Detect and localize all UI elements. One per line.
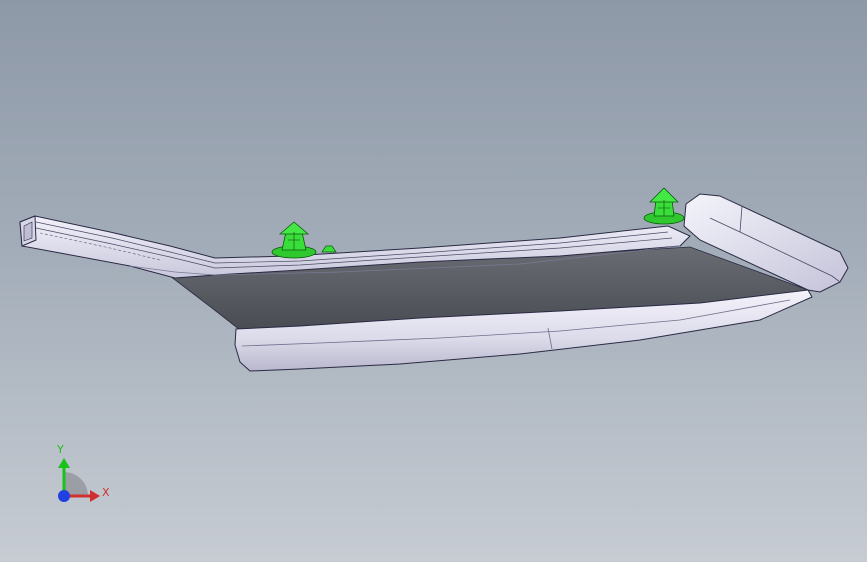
triad-y-arrow <box>58 458 70 468</box>
cad-part-view[interactable] <box>0 0 867 562</box>
orientation-triad[interactable] <box>58 458 100 502</box>
triad-x-arrow <box>90 490 100 502</box>
graphics-viewport[interactable]: Y X <box>0 0 867 562</box>
triad-z-axis <box>58 490 70 502</box>
triad-y-label: Y <box>57 443 64 456</box>
mounting-clip-right[interactable] <box>643 187 685 225</box>
mounting-clip-small[interactable] <box>321 245 337 253</box>
triad-x-label: X <box>102 486 110 499</box>
mounting-clip-left[interactable] <box>271 221 317 259</box>
